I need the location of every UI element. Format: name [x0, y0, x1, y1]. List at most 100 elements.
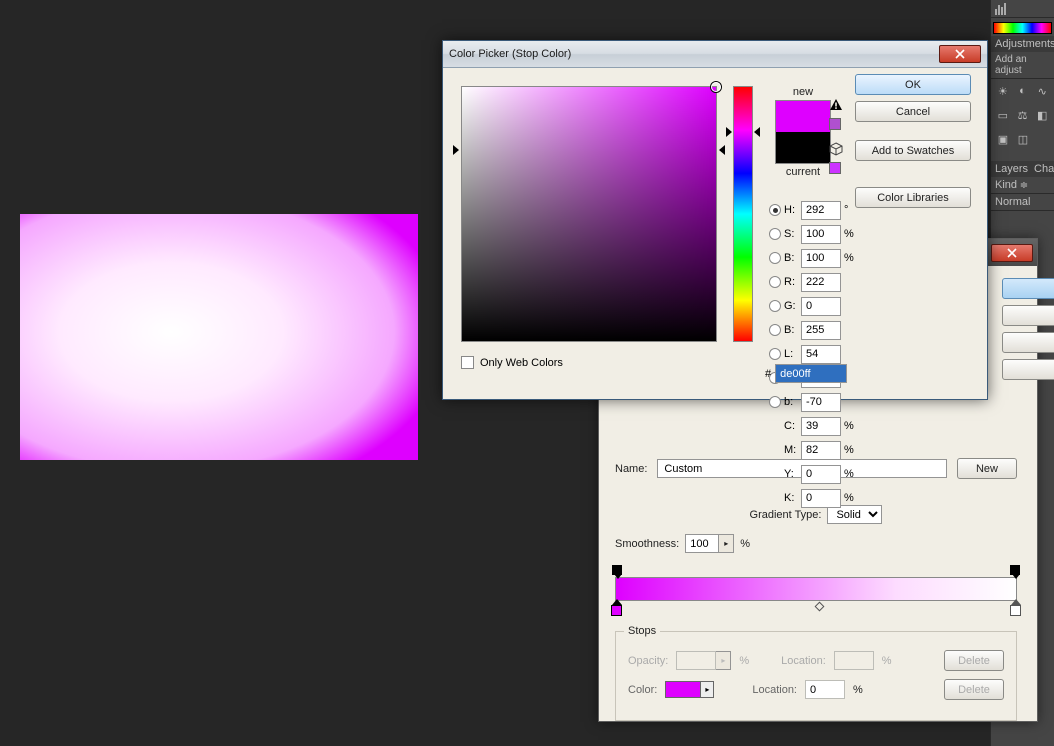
label-r: R:: [784, 276, 798, 288]
adjustments-tab[interactable]: Adjustments: [991, 36, 1054, 52]
blend-row[interactable]: Normal: [991, 194, 1054, 211]
label-m: M:: [784, 444, 798, 456]
input-b[interactable]: [801, 393, 841, 412]
levels-icon[interactable]: ◐: [1015, 83, 1031, 99]
gamut-swatch[interactable]: [829, 118, 841, 130]
websafe-swatch[interactable]: [829, 162, 841, 174]
gradient-close-button[interactable]: [991, 244, 1033, 262]
add-to-swatches-button[interactable]: Add to Swatches: [855, 140, 971, 161]
layers-tabs: Layers Chann: [991, 161, 1054, 177]
label-bv: B:: [784, 252, 798, 264]
partial-button-3[interactable]: [1002, 332, 1054, 353]
name-label: Name:: [615, 463, 647, 475]
new-color-swatch[interactable]: [776, 101, 830, 132]
ok-button[interactable]: OK: [855, 74, 971, 95]
radio-h[interactable]: [769, 204, 781, 216]
partial-button-4[interactable]: [1002, 359, 1054, 380]
poster-icon[interactable]: ◫: [1015, 131, 1031, 147]
midpoint-diamond[interactable]: [815, 602, 825, 612]
swatch-side-icons: [829, 98, 843, 174]
balance-icon[interactable]: ⚖: [1015, 107, 1031, 123]
invert-icon[interactable]: ▣: [995, 131, 1011, 147]
input-bv[interactable]: [801, 249, 841, 268]
color-location-input[interactable]: [805, 680, 845, 699]
gradient-bar[interactable]: [615, 577, 1017, 601]
input-r[interactable]: [801, 273, 841, 292]
input-y[interactable]: [801, 465, 841, 484]
gamut-warning-icon[interactable]: [829, 98, 843, 112]
hue-cursor-right-icon[interactable]: [754, 127, 760, 137]
opacity-stop-left[interactable]: [612, 565, 622, 575]
layers-tab[interactable]: Layers: [995, 163, 1028, 175]
opacity-location-label: Location:: [781, 655, 826, 667]
newcurrent-swatch[interactable]: [775, 100, 831, 164]
opacity-delete-button: Delete: [944, 650, 1004, 671]
input-c[interactable]: [801, 417, 841, 436]
input-k[interactable]: [801, 489, 841, 508]
input-h[interactable]: [801, 201, 841, 220]
adjustment-icons-row3: ▣ ◫: [991, 127, 1054, 151]
picker-titlebar[interactable]: Color Picker (Stop Color): [443, 41, 987, 68]
curves-icon[interactable]: ∿: [1034, 83, 1050, 99]
opacity-stop-label: Opacity:: [628, 655, 668, 667]
partial-button-2[interactable]: [1002, 305, 1054, 326]
current-color-swatch[interactable]: [776, 132, 830, 163]
color-swatch[interactable]: [665, 681, 701, 698]
opacity-location-input: [834, 651, 874, 670]
only-web-colors-label[interactable]: Only Web Colors: [480, 357, 563, 369]
radio-l[interactable]: [769, 348, 781, 360]
histogram-panel: [991, 0, 1054, 18]
label-g: G:: [784, 300, 798, 312]
radio-bv[interactable]: [769, 252, 781, 264]
radio-r[interactable]: [769, 276, 781, 288]
adjustment-icons-row1: ☀ ◐ ∿: [991, 79, 1054, 103]
hue-strip[interactable]: [733, 86, 753, 342]
radio-b[interactable]: [769, 396, 781, 408]
input-m[interactable]: [801, 441, 841, 460]
websafe-cube-icon[interactable]: [829, 142, 843, 156]
gradient-bar-area: [615, 577, 1017, 601]
opacity-arrow: ▸: [716, 651, 731, 670]
percent-label: %: [740, 538, 750, 550]
picker-title: Color Picker (Stop Color): [449, 48, 571, 60]
color-stop-left[interactable]: [611, 605, 622, 616]
smoothness-spinner[interactable]: ▸: [685, 534, 734, 553]
brightness-icon[interactable]: ☀: [995, 83, 1011, 99]
photo-icon[interactable]: ◧: [1034, 107, 1050, 123]
radio-s[interactable]: [769, 228, 781, 240]
opacity-location-percent: %: [882, 655, 892, 667]
unit-h: °: [844, 204, 856, 216]
input-l[interactable]: [801, 345, 841, 364]
radio-bc[interactable]: [769, 324, 781, 336]
partial-button-1[interactable]: [1002, 278, 1054, 299]
input-bc[interactable]: [801, 321, 841, 340]
unit-c: %: [844, 420, 856, 432]
color-spectrum-icon[interactable]: [993, 22, 1052, 34]
unit-s: %: [844, 228, 856, 240]
hex-input[interactable]: [775, 364, 847, 383]
canvas-preview[interactable]: [20, 214, 418, 460]
cancel-button[interactable]: Cancel: [855, 101, 971, 122]
opacity-spinner: ▸: [676, 651, 731, 670]
sv-cursor[interactable]: [711, 82, 721, 92]
current-label: current: [769, 166, 837, 178]
label-s: S:: [784, 228, 798, 240]
radio-g[interactable]: [769, 300, 781, 312]
input-g[interactable]: [801, 297, 841, 316]
color-stop-right[interactable]: [1010, 605, 1021, 616]
channels-tab[interactable]: Chann: [1034, 163, 1054, 175]
color-swatch-button[interactable]: ▸: [665, 681, 714, 698]
only-web-colors-checkbox[interactable]: [461, 356, 474, 369]
picker-close-button[interactable]: [939, 45, 981, 63]
input-s[interactable]: [801, 225, 841, 244]
box-icon[interactable]: ▭: [995, 107, 1011, 123]
newcurrent-group: new current: [769, 86, 837, 178]
color-swatch-arrow[interactable]: ▸: [701, 681, 714, 698]
hue-cursor-left-icon[interactable]: [726, 127, 732, 137]
opacity-stop-right[interactable]: [1010, 565, 1020, 575]
smoothness-input[interactable]: [685, 534, 719, 553]
saturation-value-field[interactable]: [461, 86, 717, 342]
label-l: L:: [784, 348, 798, 360]
smoothness-arrow[interactable]: ▸: [719, 534, 734, 553]
color-location-percent: %: [853, 684, 863, 696]
